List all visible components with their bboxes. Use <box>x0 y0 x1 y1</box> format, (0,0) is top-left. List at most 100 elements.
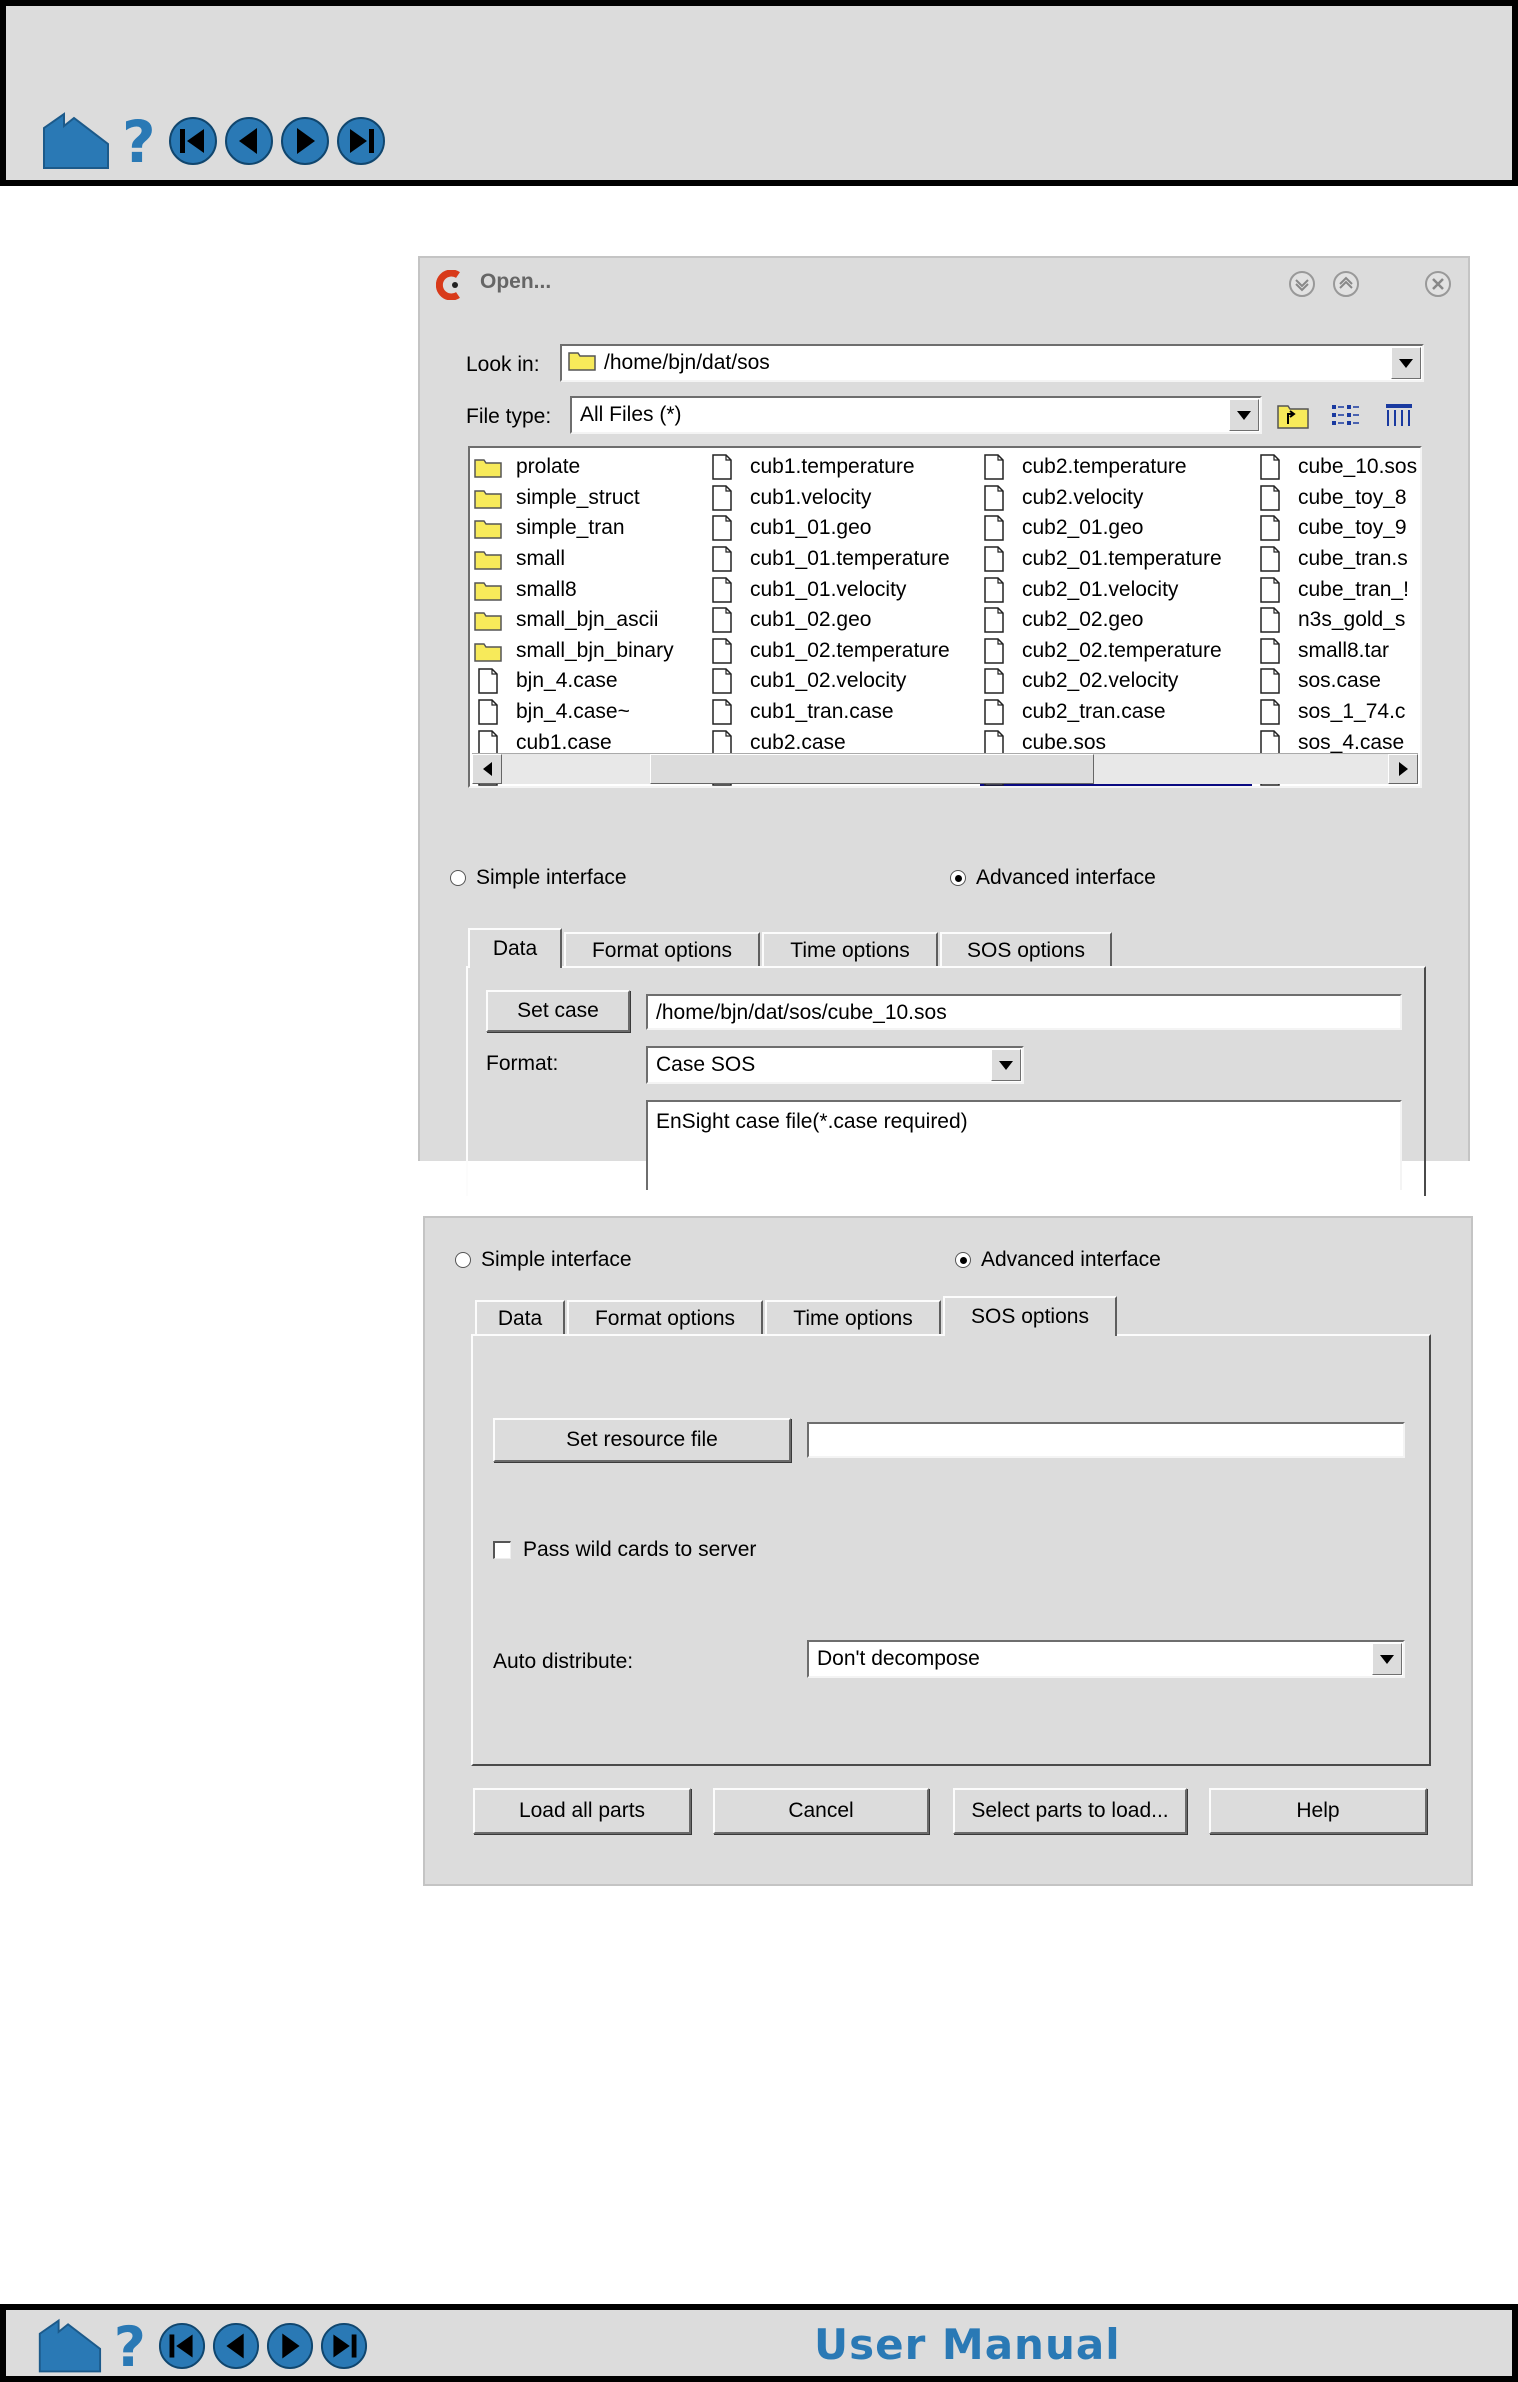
file-list-item[interactable]: simple_tran <box>474 513 704 544</box>
resource-file-field[interactable] <box>807 1422 1405 1458</box>
tab-time-options[interactable]: Time options <box>765 1300 941 1336</box>
file-column: cub2.temperature cub2.velocity cub2_01.geo… <box>980 452 1252 786</box>
format-value: Case SOS <box>656 1053 756 1076</box>
maximize-icon[interactable] <box>1332 270 1360 304</box>
file-list-item[interactable]: simple_struct <box>474 483 704 514</box>
file-list-item[interactable]: cub1_01.geo <box>708 513 976 544</box>
checkbox-icon[interactable] <box>493 1541 511 1559</box>
file-list-item[interactable]: small8 <box>474 574 704 605</box>
last-page-icon[interactable] <box>336 116 386 166</box>
file-icon <box>980 546 1008 572</box>
file-name: cub2_02.geo <box>1022 608 1144 632</box>
file-list-item[interactable]: cub1_02.velocity <box>708 666 976 697</box>
file-list-item[interactable]: cube_10.sos <box>1256 452 1420 483</box>
next-page-icon[interactable] <box>266 2322 314 2370</box>
file-list-item[interactable]: cub2_02.temperature <box>980 636 1252 667</box>
file-list-item[interactable]: cube_tran.s <box>1256 544 1420 575</box>
tab-sos-options[interactable]: SOS options <box>940 932 1112 968</box>
file-list-item[interactable]: cub2_02.velocity <box>980 666 1252 697</box>
previous-page-icon[interactable] <box>224 116 274 166</box>
set-case-button[interactable]: Set case <box>486 990 630 1032</box>
file-list-item[interactable]: cub2_01.geo <box>980 513 1252 544</box>
set-resource-file-button[interactable]: Set resource file <box>493 1418 791 1462</box>
next-page-icon[interactable] <box>280 116 330 166</box>
radio-on-icon[interactable] <box>950 870 966 886</box>
file-list-item[interactable]: cub1_01.temperature <box>708 544 976 575</box>
minimize-icon[interactable] <box>1288 270 1316 304</box>
close-icon[interactable] <box>1424 270 1452 304</box>
file-list-item[interactable]: cube_tran_! <box>1256 574 1420 605</box>
chevron-down-icon[interactable] <box>991 1049 1021 1081</box>
parent-folder-icon[interactable] <box>1276 400 1310 436</box>
tab-format-options[interactable]: Format options <box>564 932 760 968</box>
chevron-down-icon[interactable] <box>1229 399 1259 431</box>
file-list-item[interactable]: sos.case <box>1256 666 1420 697</box>
simple-interface-radio[interactable]: Simple interface <box>450 866 627 890</box>
select-parts-button[interactable]: Select parts to load... <box>953 1788 1187 1834</box>
detail-view-icon[interactable] <box>1384 402 1414 434</box>
file-list-item[interactable]: sos_1_74.c <box>1256 697 1420 728</box>
simple-interface-radio[interactable]: Simple interface <box>455 1248 632 1272</box>
scrollbar-thumb[interactable] <box>650 754 1094 784</box>
file-list-item[interactable]: cube_toy_8 <box>1256 483 1420 514</box>
tab-data[interactable]: Data <box>475 1300 565 1336</box>
horizontal-scrollbar[interactable] <box>472 753 1418 784</box>
load-all-parts-button[interactable]: Load all parts <box>473 1788 691 1834</box>
file-list-item[interactable]: cub2.temperature <box>980 452 1252 483</box>
previous-page-icon[interactable] <box>212 2322 260 2370</box>
file-list-item[interactable]: cub2_02.geo <box>980 605 1252 636</box>
file-list-item[interactable]: bjn_4.case <box>474 666 704 697</box>
file-list-item[interactable]: cub1_02.temperature <box>708 636 976 667</box>
auto-distribute-combo[interactable]: Don't decompose <box>807 1640 1405 1678</box>
file-type-combo[interactable]: All Files (*) <box>570 396 1262 434</box>
cancel-button[interactable]: Cancel <box>713 1788 929 1834</box>
scroll-left-icon[interactable] <box>472 754 502 784</box>
pass-wildcards-checkbox[interactable]: Pass wild cards to server <box>493 1538 756 1562</box>
tab-sos-options[interactable]: SOS options <box>943 1296 1117 1336</box>
radio-on-icon[interactable] <box>955 1252 971 1268</box>
file-list-item[interactable]: small_bjn_binary <box>474 636 704 667</box>
file-list-item[interactable]: cub1.temperature <box>708 452 976 483</box>
tab-format-options[interactable]: Format options <box>567 1300 763 1336</box>
advanced-interface-radio[interactable]: Advanced interface <box>955 1248 1161 1272</box>
format-combo[interactable]: Case SOS <box>646 1046 1024 1084</box>
file-list-item[interactable]: cub2_01.temperature <box>980 544 1252 575</box>
file-list-item[interactable]: bjn_4.case~ <box>474 697 704 728</box>
file-list-item[interactable]: cub1.velocity <box>708 483 976 514</box>
file-list-item[interactable]: n3s_gold_s <box>1256 605 1420 636</box>
help-button[interactable]: Help <box>1209 1788 1427 1834</box>
home-icon[interactable] <box>40 112 110 170</box>
file-name: small8 <box>516 577 577 601</box>
first-page-icon[interactable] <box>168 116 218 166</box>
case-path-field[interactable]: /home/bjn/dat/sos/cube_10.sos <box>646 994 1402 1030</box>
file-list-item[interactable]: small8.tar <box>1256 636 1420 667</box>
radio-off-icon[interactable] <box>455 1252 471 1268</box>
first-page-icon[interactable] <box>158 2322 206 2370</box>
file-list-item[interactable]: prolate <box>474 452 704 483</box>
file-list-item[interactable]: cub2.velocity <box>980 483 1252 514</box>
file-list-item[interactable]: cub1_01.velocity <box>708 574 976 605</box>
question-mark-icon[interactable]: ? <box>108 2318 152 2374</box>
file-list-item[interactable]: small_bjn_ascii <box>474 605 704 636</box>
scroll-right-icon[interactable] <box>1388 754 1418 784</box>
file-icon <box>708 668 736 695</box>
file-list[interactable]: prolate simple_struct simple_tran small smal… <box>468 446 1422 788</box>
file-list-item[interactable]: cub2_01.velocity <box>980 574 1252 605</box>
chevron-down-icon[interactable] <box>1391 347 1421 379</box>
home-icon[interactable] <box>36 2318 102 2374</box>
file-list-item[interactable]: cub2_tran.case <box>980 697 1252 728</box>
tab-data[interactable]: Data <box>468 928 562 968</box>
tab-time-options[interactable]: Time options <box>762 932 938 968</box>
radio-off-icon[interactable] <box>450 870 466 886</box>
last-page-icon[interactable] <box>320 2322 368 2370</box>
chevron-down-icon[interactable] <box>1372 1643 1402 1675</box>
file-list-item[interactable]: cube_toy_9 <box>1256 513 1420 544</box>
advanced-interface-radio[interactable]: Advanced interface <box>950 866 1156 890</box>
file-list-item[interactable]: cub1_02.geo <box>708 605 976 636</box>
file-list-item[interactable]: small <box>474 544 704 575</box>
list-view-icon[interactable] <box>1330 402 1360 434</box>
folder-icon <box>568 349 596 377</box>
look-in-combo[interactable]: /home/bjn/dat/sos <box>560 344 1424 382</box>
file-list-item[interactable]: cub1_tran.case <box>708 697 976 728</box>
question-mark-icon[interactable]: ? <box>116 112 162 170</box>
